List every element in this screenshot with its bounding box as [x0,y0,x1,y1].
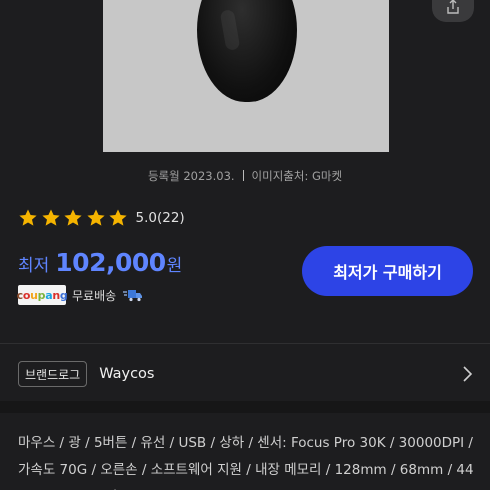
brand-name: Waycos [99,366,155,382]
star-icon [86,209,105,226]
price-value: 102,000 [55,248,166,277]
chevron-right-icon [463,366,473,382]
rating-score: 5.0 [135,210,157,226]
separator [242,170,244,181]
image-source: 이미지출처: G마켓 [251,169,343,183]
star-icon [19,209,37,226]
buy-lowest-price-button[interactable]: 최저가 구매하기 [302,246,473,296]
rating-text: 5.0(22) [136,210,185,226]
image-source-line: 등록월 2023.03. 이미지출처: G마켓 [0,168,490,184]
brand-link[interactable]: 브랜드로그 Waycos [18,360,476,388]
star-icon [64,209,82,226]
coupang-logo: coupang [17,285,68,305]
mouse-photo [197,0,297,102]
share-icon [447,0,459,14]
brand-logo-badge: 브랜드로그 [18,361,88,387]
rating[interactable]: 5.0(22) [18,208,185,228]
price-prefix: 최저 [18,256,50,276]
shipping-info: coupang 무료배송 [17,285,144,305]
star-icon [109,209,127,226]
divider [0,343,490,344]
section-divider [0,401,490,413]
review-count: (22) [156,210,185,226]
star-icon [41,209,60,226]
rocket-delivery-icon [123,290,143,302]
product-specs: 마우스 / 광 / 5버튼 / 유선 / USB / 상하 / 센서: Focu… [18,435,474,490]
registered-date: 등록월 2023.03. [147,169,235,183]
price-unit: 원 [166,256,183,276]
product-image[interactable] [103,0,389,152]
lowest-price: 최저 102,000 원 [18,248,182,277]
free-shipping-label: 무료배송 [72,288,117,303]
share-button[interactable] [432,0,474,22]
